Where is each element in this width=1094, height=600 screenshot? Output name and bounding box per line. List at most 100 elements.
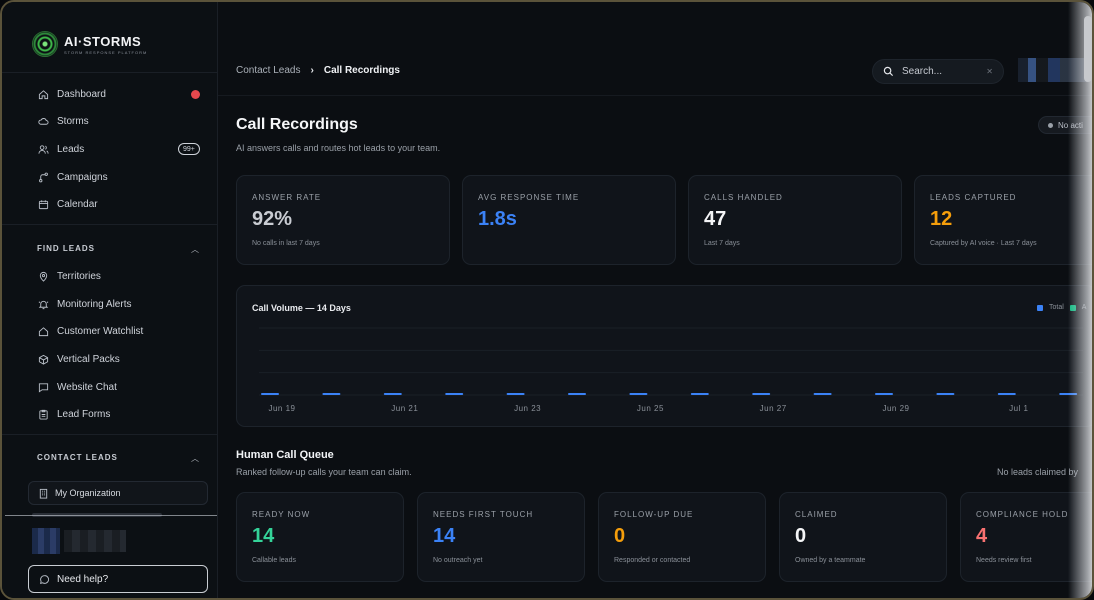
queue-card-claimed[interactable]: CLAIMED 0 Owned by a teammate bbox=[779, 492, 947, 582]
chart-bar[interactable] bbox=[383, 393, 402, 395]
stat-value: 92% bbox=[252, 208, 293, 230]
queue-card-label: NEEDS FIRST TOUCH bbox=[433, 510, 534, 519]
queue-card-needs-first-touch[interactable]: NEEDS FIRST TOUCH 14 No outreach yet bbox=[417, 492, 585, 582]
call-volume-chart: Call Volume — 14 Days Total A Jun 19Jun … bbox=[236, 285, 1092, 427]
sidebar-item-label: Territories bbox=[57, 270, 101, 282]
chart-tick-label: Jun 23 bbox=[514, 404, 541, 413]
avatar[interactable] bbox=[32, 528, 60, 554]
queue-card-note: Callable leads bbox=[252, 557, 296, 564]
building-icon bbox=[38, 488, 49, 499]
contact-leads-section-title[interactable]: CONTACT LEADS bbox=[37, 453, 118, 462]
stat-note: No calls in last 7 days bbox=[252, 240, 320, 247]
find-leads-section-title[interactable]: FIND LEADS bbox=[37, 244, 95, 253]
search-input[interactable]: Search... ✕ bbox=[872, 59, 1004, 84]
main-content: Contact Leads › Call Recordings Search..… bbox=[218, 2, 1092, 598]
chevron-up-icon[interactable]: ︿ bbox=[191, 453, 199, 464]
home-icon bbox=[38, 89, 49, 100]
sidebar-item-campaigns[interactable]: Campaigns bbox=[38, 169, 108, 185]
sidebar-item-label: Leads bbox=[57, 143, 85, 155]
stat-card-avg-response-time: AVG RESPONSE TIME 1.8s bbox=[462, 175, 676, 265]
chart-tick-label: Jun 19 bbox=[268, 404, 295, 413]
logo-tagline: STORM RESPONSE PLATFORM bbox=[64, 49, 148, 55]
organization-name: My Organization bbox=[55, 488, 121, 498]
chart-tick-label: Jun 27 bbox=[760, 404, 787, 413]
calendar-icon bbox=[38, 199, 49, 210]
page-title: Call Recordings bbox=[236, 116, 358, 133]
search-icon bbox=[883, 66, 894, 77]
main-scrollbar[interactable] bbox=[1084, 16, 1092, 82]
sidebar-item-leads[interactable]: Leads bbox=[38, 141, 84, 157]
sidebar: AI·STORMS STORM RESPONSE PLATFORM Dashbo… bbox=[2, 2, 218, 598]
chart-bar[interactable] bbox=[322, 393, 341, 395]
users-icon bbox=[38, 144, 49, 155]
chart-bar[interactable] bbox=[690, 393, 709, 395]
need-help-button[interactable]: Need help? bbox=[28, 565, 208, 593]
chevron-up-icon[interactable]: ︿ bbox=[191, 244, 199, 255]
stat-value: 47 bbox=[704, 208, 727, 230]
chart-bar[interactable] bbox=[875, 393, 893, 395]
sidebar-item-customer-watchlist[interactable]: Customer Watchlist bbox=[38, 323, 143, 339]
chart-bar[interactable] bbox=[261, 393, 279, 395]
queue-card-note: Owned by a teammate bbox=[795, 557, 866, 564]
queue-card-note: Needs review first bbox=[976, 557, 1032, 564]
status-dot-icon bbox=[1048, 122, 1053, 128]
queue-card-label: READY NOW bbox=[252, 510, 311, 519]
chart-bar[interactable] bbox=[813, 393, 832, 395]
sidebar-item-calendar[interactable]: Calendar bbox=[38, 196, 98, 212]
user-name bbox=[64, 530, 126, 552]
chart-bar[interactable] bbox=[506, 393, 525, 395]
stat-label: AVG RESPONSE TIME bbox=[478, 193, 580, 202]
breadcrumb: Contact Leads › Call Recordings bbox=[236, 65, 400, 76]
sidebar-item-monitoring-alerts[interactable]: Monitoring Alerts bbox=[38, 296, 131, 312]
chart-bar[interactable] bbox=[568, 393, 586, 395]
sidebar-item-vertical-packs[interactable]: Vertical Packs bbox=[38, 351, 120, 367]
breadcrumb-parent-link[interactable]: Contact Leads bbox=[236, 65, 301, 76]
queue-card-value: 4 bbox=[976, 525, 988, 547]
queue-card-follow-up-due[interactable]: FOLLOW-UP DUE 0 Responded or contacted bbox=[598, 492, 766, 582]
chart-bar[interactable] bbox=[997, 393, 1016, 395]
sidebar-item-territories[interactable]: Territories bbox=[38, 268, 101, 284]
chart-bar[interactable] bbox=[445, 393, 464, 395]
close-icon[interactable]: ✕ bbox=[986, 67, 993, 76]
sidebar-item-label: Dashboard bbox=[57, 88, 106, 100]
chat-bubble-icon bbox=[39, 574, 50, 585]
search-placeholder: Search... bbox=[902, 66, 943, 77]
stat-note: Captured by AI voice · Last 7 days bbox=[930, 240, 1037, 247]
clipboard-icon bbox=[38, 409, 49, 420]
queue-card-ready-now[interactable]: READY NOW 14 Callable leads bbox=[236, 492, 404, 582]
chart-bar[interactable] bbox=[936, 393, 955, 395]
queue-card-label: CLAIMED bbox=[795, 510, 838, 519]
chart-tick-label: Jul 1 bbox=[1009, 404, 1028, 413]
queue-claimed-note: No leads claimed by bbox=[997, 467, 1079, 477]
chart-plot: Jun 19 Jun 21 Jun 23 Jun 25 Jun 27 Jun 29 Jul … bbox=[259, 327, 1083, 413]
queue-card-note: Responded or contacted bbox=[614, 557, 691, 564]
sidebar-item-label: Calendar bbox=[57, 198, 98, 210]
queue-card-value: 14 bbox=[252, 525, 275, 547]
sidebar-item-lead-forms[interactable]: Lead Forms bbox=[38, 406, 110, 422]
stat-label: CALLS HANDLED bbox=[704, 193, 783, 202]
stat-value: 1.8s bbox=[478, 208, 517, 230]
stat-label: LEADS CAPTURED bbox=[930, 193, 1017, 202]
sidebar-divider bbox=[2, 434, 217, 435]
sidebar-item-storms[interactable]: Storms bbox=[38, 113, 89, 129]
window-edge-fade bbox=[1068, 2, 1092, 598]
sidebar-divider bbox=[2, 224, 217, 225]
sidebar-item-website-chat[interactable]: Website Chat bbox=[38, 379, 117, 395]
queue-title: Human Call Queue bbox=[236, 449, 334, 461]
chart-bar[interactable] bbox=[629, 393, 648, 395]
stat-note: Last 7 days bbox=[704, 240, 740, 247]
organization-selector[interactable]: My Organization bbox=[28, 481, 208, 505]
stat-card-calls-handled: CALLS HANDLED 47 Last 7 days bbox=[688, 175, 902, 265]
queue-card-value: 14 bbox=[433, 525, 456, 547]
stat-value: 12 bbox=[930, 208, 953, 230]
stat-card-answer-rate: ANSWER RATE 92% No calls in last 7 days bbox=[236, 175, 450, 265]
notification-dot bbox=[191, 90, 200, 99]
queue-card-value: 0 bbox=[614, 525, 626, 547]
route-icon bbox=[38, 172, 49, 183]
chat-icon bbox=[38, 382, 49, 393]
sidebar-item-dashboard[interactable]: Dashboard bbox=[38, 86, 106, 102]
sidebar-item-label: Lead Forms bbox=[57, 408, 111, 420]
chart-bar[interactable] bbox=[752, 393, 771, 395]
app-logo[interactable]: AI·STORMS STORM RESPONSE PLATFORM bbox=[32, 30, 147, 58]
alert-icon bbox=[38, 299, 49, 310]
